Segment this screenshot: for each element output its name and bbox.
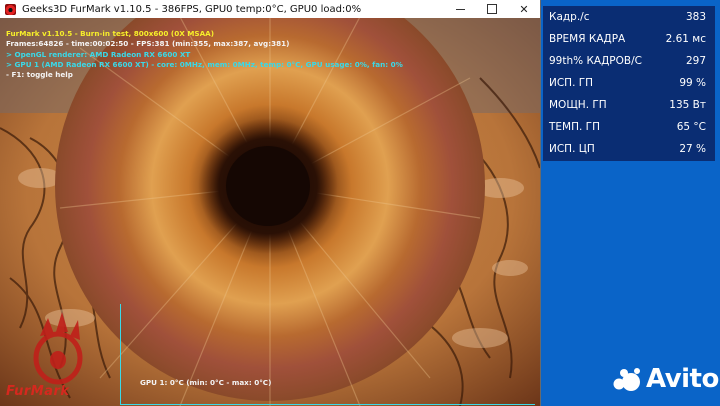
minimize-icon[interactable] xyxy=(444,0,476,18)
overlay-row-cpu-usage: ИСП. ЦП 27 % xyxy=(543,138,715,160)
furmark-app-icon xyxy=(5,3,16,15)
overlay-row-gpu-usage: ИСП. ГП 99 % xyxy=(543,72,715,94)
overlay-label: Кадр./с xyxy=(549,11,590,23)
overlay-value: 297 xyxy=(685,55,706,67)
maximize-icon[interactable] xyxy=(476,0,508,18)
overlay-row-frame-time: ВРЕМЯ КАДРА 2.61 мс xyxy=(543,28,715,50)
overlay-value: 27 % xyxy=(679,143,706,155)
temperature-graph xyxy=(120,304,535,405)
avito-logo-icon xyxy=(613,368,640,391)
overlay-value: 383 xyxy=(685,11,706,23)
avito-watermark: Avito xyxy=(612,364,719,394)
hud-stats-line: Frames:64826 - time:00:02:50 - FPS:381 (… xyxy=(6,39,290,49)
hud-renderer-line: > OpenGL renderer: AMD Radeon RX 6600 XT xyxy=(6,49,191,59)
overlay-label: ТЕМП. ГП xyxy=(549,121,600,133)
performance-overlay-panel: Кадр./с 383 ВРЕМЯ КАДРА 2.61 мс 99th% КА… xyxy=(543,6,715,161)
overlay-value: 2.61 мс xyxy=(665,33,706,45)
temperature-graph-label: GPU 1: 0°C (min: 0°C - max: 0°C) xyxy=(140,378,272,387)
hud-help-line: - F1: toggle help xyxy=(6,70,73,80)
hud-title-line: FurMark v1.10.5 - Burn-in test, 800x600 … xyxy=(6,29,214,38)
close-icon[interactable]: ✕ xyxy=(508,0,540,18)
render-viewport: FurMark v1.10.5 - Burn-in test, 800x600 … xyxy=(0,18,540,406)
overlay-label: ВРЕМЯ КАДРА xyxy=(549,33,626,45)
overlay-value: 99 % xyxy=(679,77,706,89)
overlay-label: МОЩН. ГП xyxy=(549,99,607,111)
furmark-window: Geeks3D FurMark v1.10.5 - 386FPS, GPU0 t… xyxy=(0,0,541,406)
overlay-value: 135 Вт xyxy=(669,99,706,111)
overlay-label: ИСП. ГП xyxy=(549,77,594,89)
furmark-logo-text: FurMark xyxy=(6,384,70,399)
overlay-label: 99th% КАДРОВ/С xyxy=(549,55,642,67)
overlay-row-gpu-temp: ТЕМП. ГП 65 °C xyxy=(543,116,715,138)
title-bar[interactable]: Geeks3D FurMark v1.10.5 - 386FPS, GPU0 t… xyxy=(0,0,540,18)
hud-overlay: FurMark v1.10.5 - Burn-in test, 800x600 … xyxy=(6,29,403,80)
avito-watermark-text: Avito xyxy=(646,364,719,394)
overlay-row-fps: Кадр./с 383 xyxy=(543,6,715,28)
overlay-row-99th-fps: 99th% КАДРОВ/С 297 xyxy=(543,50,715,72)
window-title: Geeks3D FurMark v1.10.5 - 386FPS, GPU0 t… xyxy=(22,3,362,15)
overlay-row-gpu-power: МОЩН. ГП 135 Вт xyxy=(543,94,715,116)
overlay-value: 65 °C xyxy=(676,121,706,133)
overlay-label: ИСП. ЦП xyxy=(549,143,595,155)
hud-gpu-line: > GPU 1 (AMD Radeon RX 6600 XT) - core: … xyxy=(6,59,403,69)
